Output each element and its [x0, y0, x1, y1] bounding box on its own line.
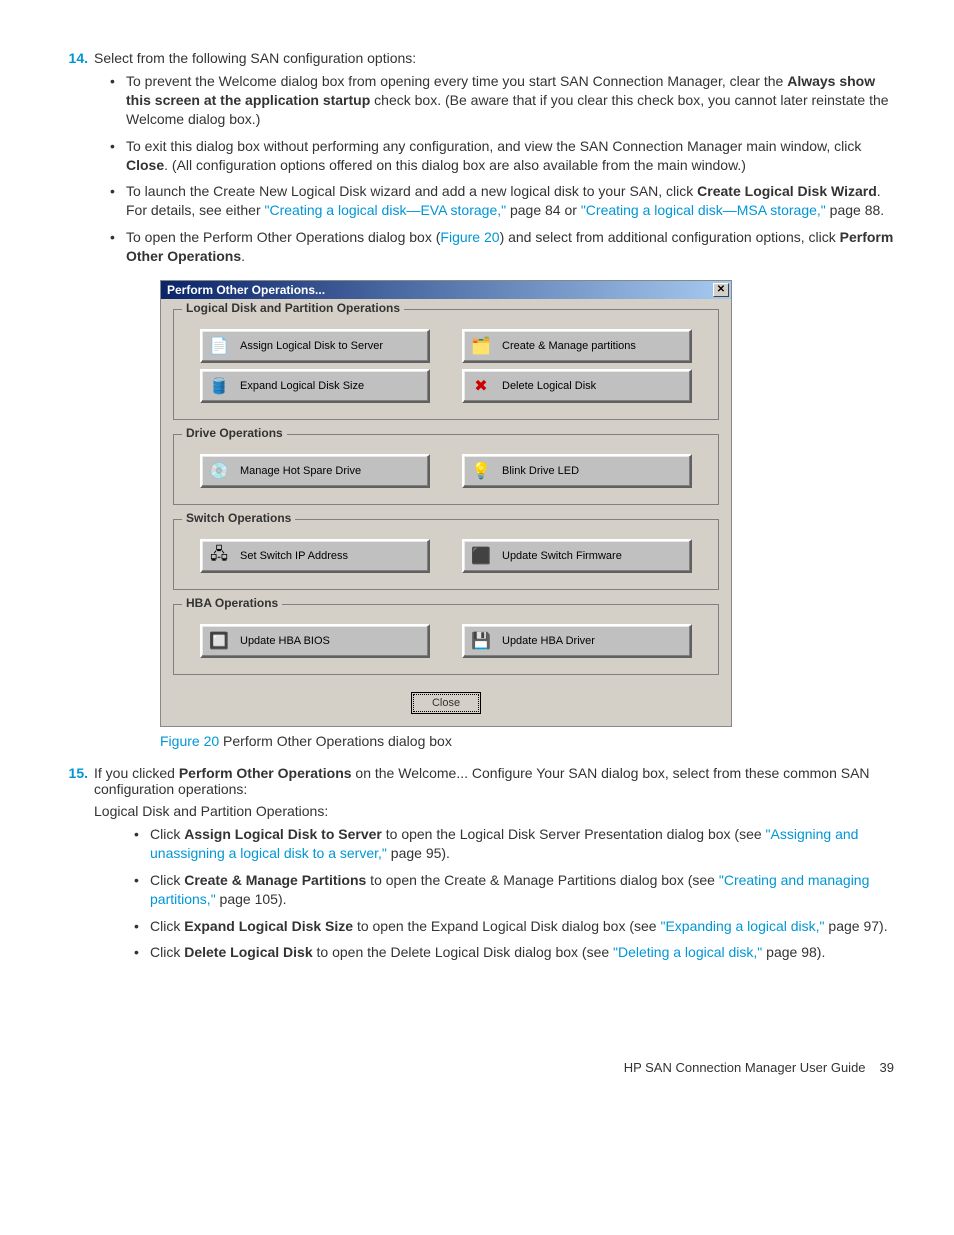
dialog-perform-other-operations: Perform Other Operations... ✕ Logical Di…	[160, 280, 894, 727]
group-hba-operations: HBA Operations 🔲 Update HBA BIOS 💾 Updat…	[173, 604, 719, 675]
group-legend: Drive Operations	[182, 426, 287, 440]
disk-server-icon: 📄	[206, 335, 232, 357]
footer-title: HP SAN Connection Manager User Guide	[624, 1060, 866, 1075]
set-switch-ip-button[interactable]: 🖧 Set Switch IP Address	[200, 539, 430, 573]
hot-spare-icon: 💿	[206, 460, 232, 482]
step-15: 15. If you clicked Perform Other Operati…	[60, 765, 894, 970]
step-14: 14. Select from the following SAN config…	[60, 50, 894, 274]
expand-disk-icon: 🛢️	[206, 375, 232, 397]
xref-link[interactable]: "Expanding a logical disk,"	[660, 918, 824, 934]
close-icon[interactable]: ✕	[713, 283, 729, 297]
update-hba-bios-button[interactable]: 🔲 Update HBA BIOS	[200, 624, 430, 658]
xref-link[interactable]: Figure 20	[440, 229, 499, 245]
group-legend: Switch Operations	[182, 511, 295, 525]
expand-logical-disk-button[interactable]: 🛢️ Expand Logical Disk Size	[200, 369, 430, 403]
group-legend: Logical Disk and Partition Operations	[182, 301, 404, 315]
blink-drive-led-button[interactable]: 💡 Blink Drive LED	[462, 454, 692, 488]
sub-heading: Logical Disk and Partition Operations:	[94, 803, 894, 819]
group-switch-operations: Switch Operations 🖧 Set Switch IP Addres…	[173, 519, 719, 590]
bullet-item: To launch the Create New Logical Disk wi…	[110, 182, 894, 220]
xref-link[interactable]: "Deleting a logical disk,"	[613, 944, 762, 960]
bullet-item: Click Create & Manage Partitions to open…	[134, 871, 894, 909]
update-switch-firmware-button[interactable]: ⬛ Update Switch Firmware	[462, 539, 692, 573]
step-intro: If you clicked Perform Other Operations …	[94, 765, 894, 797]
step-number: 15.	[60, 765, 88, 970]
bullet-item: To open the Perform Other Operations dia…	[110, 228, 894, 266]
bullet-item: Click Delete Logical Disk to open the De…	[134, 943, 894, 962]
hba-driver-icon: 💾	[468, 630, 494, 652]
dialog-titlebar: Perform Other Operations... ✕	[161, 281, 731, 299]
manage-hot-spare-button[interactable]: 💿 Manage Hot Spare Drive	[200, 454, 430, 488]
dialog-title: Perform Other Operations...	[167, 283, 325, 297]
bullet-item: Click Assign Logical Disk to Server to o…	[134, 825, 894, 863]
step-intro: Select from the following SAN configurat…	[94, 50, 894, 66]
figure-caption: Figure 20 Perform Other Operations dialo…	[160, 733, 894, 749]
firmware-icon: ⬛	[468, 545, 494, 567]
page-number: 39	[880, 1060, 894, 1075]
bullet-item: To exit this dialog box without performi…	[110, 137, 894, 175]
figure-label: Figure 20	[160, 733, 219, 749]
create-manage-partitions-button[interactable]: 🗂️ Create & Manage partitions	[462, 329, 692, 363]
group-logical-disk: Logical Disk and Partition Operations 📄 …	[173, 309, 719, 420]
bullet-item: To prevent the Welcome dialog box from o…	[110, 72, 894, 129]
partitions-icon: 🗂️	[468, 335, 494, 357]
xref-link[interactable]: "Creating a logical disk—EVA storage,"	[265, 202, 507, 218]
switch-ip-icon: 🖧	[206, 545, 232, 567]
close-button[interactable]: Close	[413, 694, 479, 712]
assign-logical-disk-button[interactable]: 📄 Assign Logical Disk to Server	[200, 329, 430, 363]
delete-icon: ✖	[468, 375, 494, 397]
xref-link[interactable]: "Creating a logical disk—MSA storage,"	[581, 202, 826, 218]
group-drive-operations: Drive Operations 💿 Manage Hot Spare Driv…	[173, 434, 719, 505]
hba-bios-icon: 🔲	[206, 630, 232, 652]
page-footer: HP SAN Connection Manager User Guide 39	[60, 1060, 894, 1075]
bullet-item: Click Expand Logical Disk Size to open t…	[134, 917, 894, 936]
update-hba-driver-button[interactable]: 💾 Update HBA Driver	[462, 624, 692, 658]
blink-led-icon: 💡	[468, 460, 494, 482]
group-legend: HBA Operations	[182, 596, 282, 610]
step-number: 14.	[60, 50, 88, 274]
delete-logical-disk-button[interactable]: ✖ Delete Logical Disk	[462, 369, 692, 403]
